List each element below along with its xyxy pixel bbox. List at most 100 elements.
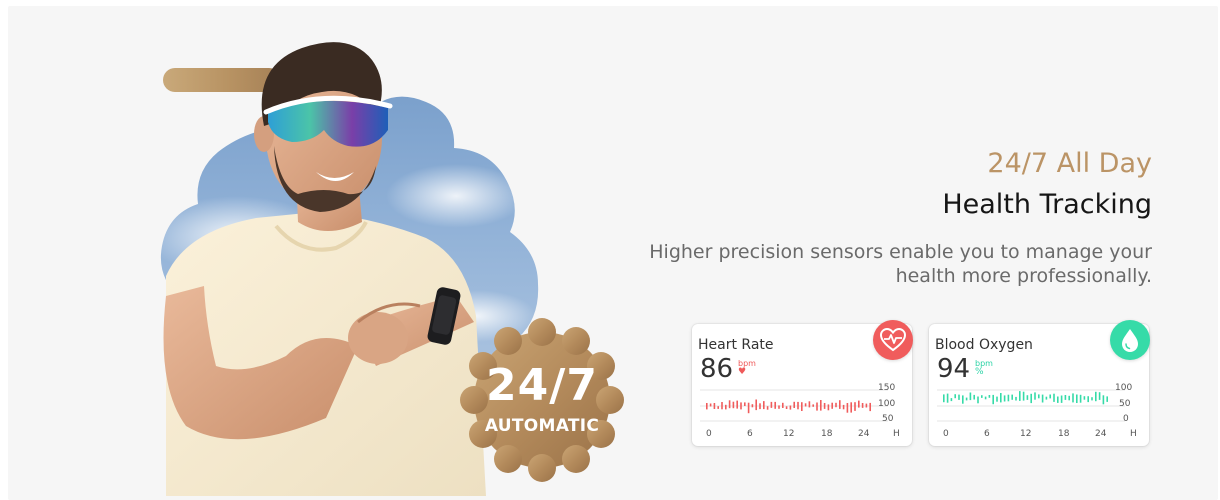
x-tick-h: H <box>893 429 900 439</box>
sparkline-bar <box>1007 394 1010 402</box>
x-tick-24: 24 <box>1095 429 1107 439</box>
sparkline-bar <box>709 403 712 407</box>
sparkline-bar <box>1053 393 1055 402</box>
sparkline-bar <box>755 399 757 411</box>
sparkline-bar <box>744 402 746 406</box>
sparkline-bar <box>736 400 738 409</box>
sparkline-bar <box>747 402 750 414</box>
sparkline-bar <box>1072 393 1074 403</box>
y-tick-50: 50 <box>1119 399 1131 409</box>
blood-oxygen-bars <box>943 391 1108 405</box>
sparkline-bar <box>728 400 731 409</box>
badge-text: 24/7 AUTOMATIC <box>456 314 628 486</box>
badge-big-label: 24/7 <box>486 360 598 411</box>
sparkline-bar <box>706 403 708 410</box>
sparkline-bar <box>977 396 979 404</box>
sparkline-bar <box>1049 394 1051 399</box>
sparkline-bar <box>1102 395 1105 405</box>
sparkline-bar <box>831 402 833 409</box>
sparkline-bar <box>785 406 788 409</box>
sparkline-bar <box>797 401 799 410</box>
sparkline-bar <box>846 403 849 413</box>
sparkline-bar <box>713 403 716 409</box>
blood-oxygen-chart: 100 50 0 0 6 12 18 24 H <box>937 383 1137 439</box>
sparkline-bar <box>869 402 871 412</box>
sparkline-bar <box>816 402 818 411</box>
sparkline-bar <box>996 396 998 402</box>
sparkline-bar <box>751 404 754 408</box>
x-tick-24: 24 <box>858 429 870 439</box>
sparkline-bar <box>732 401 735 409</box>
sparkline-bar <box>861 403 864 408</box>
sparkline-bar <box>1076 394 1078 403</box>
blood-oxygen-title: Blood Oxygen <box>935 337 1033 353</box>
sparkline-bar <box>1095 391 1097 402</box>
x-tick-h: H <box>1130 429 1137 439</box>
sparkline-bar <box>1003 395 1006 402</box>
sparkline-bar <box>1034 392 1036 400</box>
sparkline-bar <box>823 403 826 409</box>
x-tick-6: 6 <box>984 429 990 439</box>
sparkline-bar <box>1038 394 1040 399</box>
sparkline-bar <box>1057 396 1059 403</box>
sparkline-bar <box>759 403 761 410</box>
x-tick-0: 0 <box>943 429 949 439</box>
sparkline-bar <box>973 394 975 400</box>
y-tick-100: 100 <box>878 399 895 409</box>
sparkline-bar <box>850 402 852 413</box>
sparkline-bar <box>1091 397 1093 401</box>
sparkline-bar <box>812 404 814 407</box>
sparkline-bar <box>801 402 803 411</box>
blood-oxygen-unit: % <box>975 367 984 377</box>
x-tick-12: 12 <box>783 429 794 439</box>
y-tick-100: 100 <box>1115 383 1132 393</box>
sparkline-bar <box>766 406 769 410</box>
sparkline-bar <box>1064 395 1067 400</box>
sparkline-bar <box>1022 391 1025 401</box>
sparkline-bar <box>763 401 765 410</box>
sparkline-bar <box>782 402 784 408</box>
sparkline-bar <box>740 402 742 410</box>
x-tick-6: 6 <box>747 429 753 439</box>
sparkline-bar <box>854 402 856 411</box>
sparkline-bar <box>865 403 868 408</box>
sparkline-bar <box>1068 395 1070 401</box>
sparkline-bar <box>1087 396 1089 403</box>
heart-rate-chart: 150 100 50 0 6 12 18 24 H <box>700 383 900 439</box>
sparkline-bar <box>1106 396 1108 402</box>
sparkline-bar <box>789 405 792 410</box>
water-drop-icon <box>1110 320 1150 360</box>
headline-subtitle: Higher precision sensors enable you to m… <box>649 241 1152 287</box>
sparkline-bar <box>1045 396 1048 400</box>
y-tick-0: 0 <box>1123 414 1129 424</box>
sparkline-bar <box>774 401 776 409</box>
y-tick-50: 50 <box>882 414 894 424</box>
sparkline-bar <box>842 404 845 410</box>
sparkline-bar <box>1060 395 1063 403</box>
sparkline-bar <box>984 396 987 400</box>
sparkline-bar <box>958 394 960 400</box>
sparkline-bar <box>770 401 773 408</box>
x-tick-12: 12 <box>1020 429 1031 439</box>
blood-oxygen-card: Blood Oxygen 94 bpm % 100 50 0 0 6 12 18… <box>929 320 1150 446</box>
sparkline-bar <box>981 395 983 398</box>
sparkline-bar <box>962 395 964 404</box>
sparkline-bar <box>827 404 830 411</box>
sparkline-bar <box>1041 394 1044 403</box>
sparkline-bar <box>835 402 837 408</box>
sparkline-bar <box>839 400 841 409</box>
x-tick-18: 18 <box>821 429 833 439</box>
y-tick-150: 150 <box>878 383 895 393</box>
sparkline-bar <box>808 401 811 408</box>
x-tick-18: 18 <box>1058 429 1070 439</box>
sparkline-bar <box>717 406 719 409</box>
sparkline-bar <box>943 394 945 403</box>
sparkline-bar <box>804 403 807 407</box>
sparkline-bar <box>1098 392 1101 400</box>
sparkline-bar <box>1019 391 1021 401</box>
sparkline-bar <box>992 394 994 405</box>
sparkline-bar <box>1079 394 1082 403</box>
heart-rate-title: Heart Rate <box>698 337 774 353</box>
sparkline-bar <box>721 402 723 410</box>
x-tick-0: 0 <box>706 429 712 439</box>
